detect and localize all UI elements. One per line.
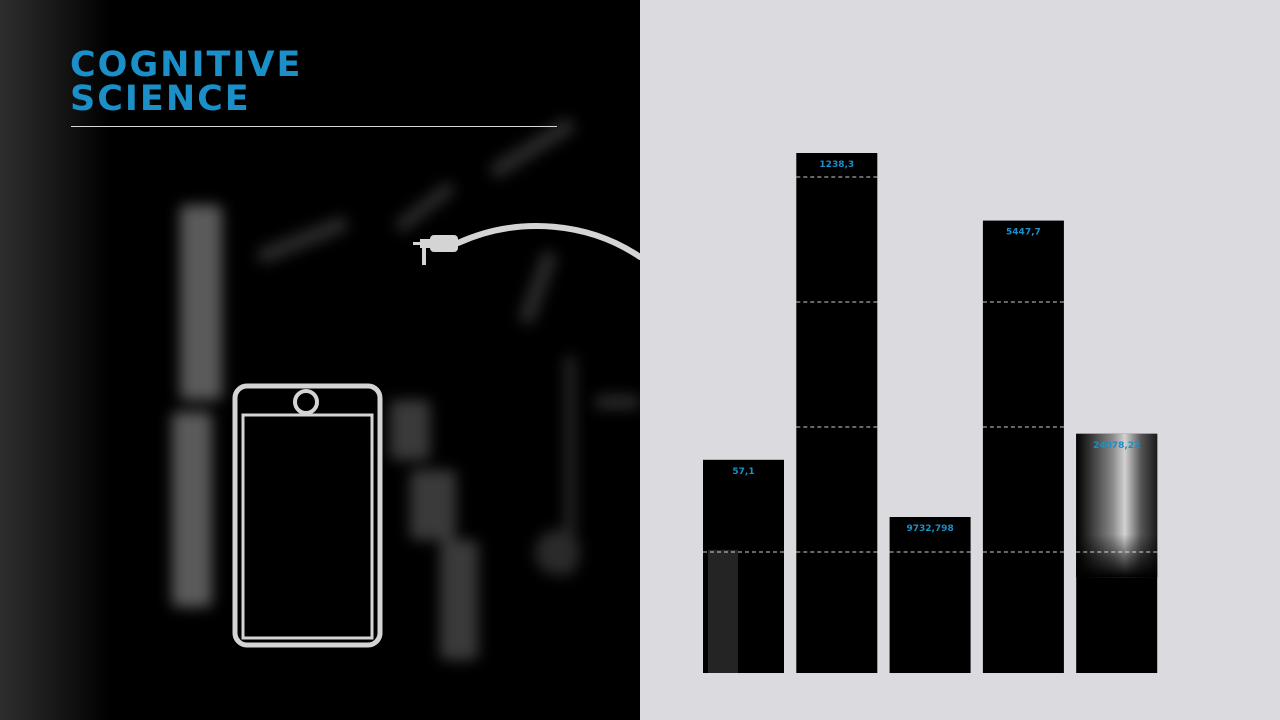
usb-cable-icon [413, 223, 640, 265]
bar-4 [982, 220, 1064, 673]
slide: COGNITIVE SCIENCE 57,1 1238,3 9732,798 5447… [0, 0, 1280, 720]
bar-value-label-3: 9732,798 [906, 524, 953, 534]
bar-5-fade [1076, 433, 1158, 578]
bar-chart: 57,1 1238,3 9732,798 5447,7 24078,22 [703, 153, 1158, 673]
bar-value-label-5: 24078,22 [1093, 441, 1140, 451]
left-panel: COGNITIVE SCIENCE [0, 0, 640, 720]
bar-value-label-1: 57,1 [732, 467, 754, 477]
right-panel: 57,1 1238,3 9732,798 5447,7 24078,22 [640, 0, 1280, 720]
title-line-1: COGNITIVE [70, 45, 303, 85]
page-title: COGNITIVE SCIENCE [70, 45, 303, 119]
title-divider [71, 126, 557, 127]
bar-value-label-4: 5447,7 [1006, 228, 1041, 238]
bar-2 [796, 153, 878, 673]
bar-3 [889, 517, 971, 673]
bar-value-label-2: 1238,3 [819, 160, 854, 170]
smartphone-icon [232, 383, 383, 648]
bar-1-texture [708, 549, 738, 673]
title-line-2: SCIENCE [70, 79, 251, 119]
